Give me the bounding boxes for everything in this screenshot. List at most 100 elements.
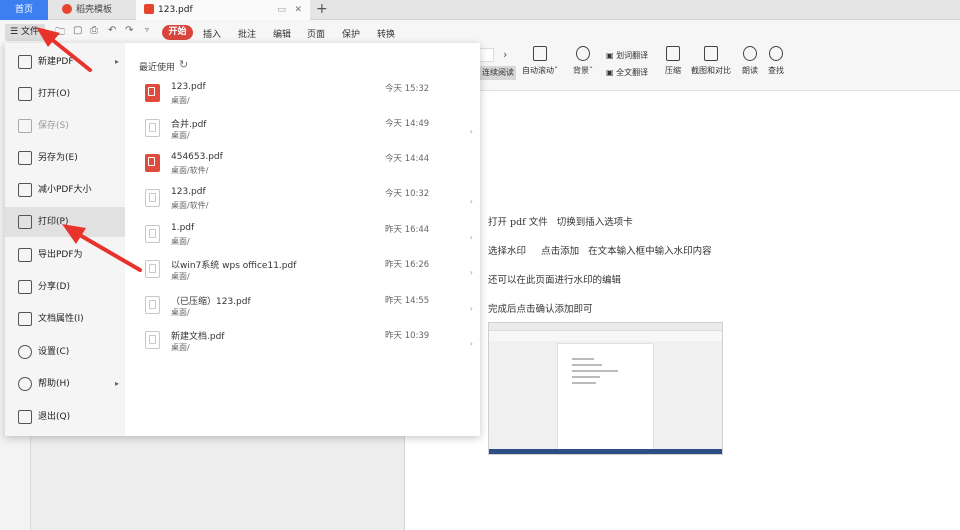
background-icon xyxy=(576,46,590,61)
print-icon[interactable]: ⎙ xyxy=(90,25,98,36)
recent-file-time: 昨天 10:39 xyxy=(385,331,430,341)
background-button[interactable]: 背景ˇ xyxy=(572,46,594,76)
recent-file-item[interactable]: （已压缩）123.pdf 桌面/ 昨天 14:55 › xyxy=(139,292,479,326)
chevron-right-icon[interactable]: › xyxy=(470,268,473,277)
pdf-file-icon xyxy=(145,84,160,102)
menu-new-pdf[interactable]: 新建PDF ▸ xyxy=(5,47,125,77)
find-button[interactable]: 查找 xyxy=(765,46,787,76)
menu-open[interactable]: 打开(O) xyxy=(5,79,125,109)
menu-reduce-size[interactable]: 减小PDF大小 xyxy=(5,175,125,205)
compress-label: 压缩 xyxy=(665,66,681,75)
file-menu-list: 新建PDF ▸ 打开(O) 保存(S) 另存为(E) 减小PDF大小 打印(P) … xyxy=(5,43,125,436)
close-tab-icon[interactable]: ✕ xyxy=(294,0,302,20)
recent-file-item[interactable]: 123.pdf 桌面/ 今天 15:32 xyxy=(139,80,479,114)
menu-export-pdf[interactable]: 导出PDF为 xyxy=(5,240,125,270)
tab-start[interactable]: 开始 xyxy=(162,25,193,40)
recent-file-time: 今天 10:32 xyxy=(385,189,430,199)
menu-exit-label: 退出(Q) xyxy=(38,412,71,422)
recent-file-path: 桌面/ xyxy=(171,343,190,352)
tab-home[interactable]: 首页 xyxy=(0,0,48,20)
search-icon xyxy=(769,46,783,61)
autoscroll-button[interactable]: 自动滚动ˇ xyxy=(522,46,558,76)
chevron-right-icon[interactable]: › xyxy=(470,127,473,136)
pdf-file-icon xyxy=(144,3,154,14)
menu-help-label: 帮助(H) xyxy=(38,379,70,389)
menu-settings[interactable]: 设置(C) xyxy=(5,337,125,367)
tab-page[interactable]: 页面 xyxy=(307,27,325,40)
tab-pdf-document[interactable]: 123.pdf ▭ ✕ xyxy=(136,0,310,20)
chevron-right-icon[interactable]: › xyxy=(470,304,473,313)
recent-file-item[interactable]: 新建文档.pdf 桌面/ 昨天 10:39 › xyxy=(139,327,479,361)
tab-protect[interactable]: 保护 xyxy=(342,27,360,40)
export-icon xyxy=(18,248,32,262)
word-translate-icon: ▣ xyxy=(606,51,614,60)
menu-print[interactable]: 打印(P) xyxy=(5,207,125,237)
tab-edit[interactable]: 编辑 xyxy=(273,27,291,40)
pdf-file-icon xyxy=(145,260,160,278)
tab-template[interactable]: 稻壳模板 xyxy=(54,0,134,20)
menu-save-as-label: 另存为(E) xyxy=(38,153,78,163)
menu-exit[interactable]: 退出(Q) xyxy=(5,402,125,432)
printer-icon xyxy=(18,215,32,229)
capture-compare-button[interactable]: 截图和对比 xyxy=(689,46,733,76)
recent-file-item[interactable]: 454653.pdf 桌面/软件/ 今天 14:44 xyxy=(139,150,479,184)
new-tab-icon[interactable]: + xyxy=(316,0,328,20)
customize-dropdown-icon[interactable]: ▿ xyxy=(145,25,149,34)
next-page-icon[interactable]: › xyxy=(503,48,507,61)
recent-file-path: 桌面/软件/ xyxy=(171,166,209,175)
compress-button[interactable]: 压缩 xyxy=(662,46,684,76)
recent-file-item[interactable]: 1.pdf 桌面/ 昨天 16:44 › xyxy=(139,221,479,255)
capture-compare-label: 截图和对比 xyxy=(691,66,731,75)
chevron-right-icon[interactable]: › xyxy=(470,233,473,242)
menu-export-pdf-label: 导出PDF为 xyxy=(38,250,83,260)
full-translate-icon: ▣ xyxy=(606,68,614,77)
hamburger-icon: ☰ xyxy=(10,27,19,37)
redo-icon[interactable]: ↷ xyxy=(125,25,133,36)
continuous-read-button[interactable]: 连续阅读 xyxy=(480,66,516,80)
reduce-size-icon xyxy=(18,183,32,197)
recent-file-name: 123.pdf xyxy=(171,82,206,92)
recent-file-item[interactable]: 合并.pdf 桌面/ 今天 14:49 › xyxy=(139,115,479,149)
undo-icon[interactable]: ↶ xyxy=(108,25,116,36)
tab-annotate[interactable]: 批注 xyxy=(238,27,256,40)
menu-save[interactable]: 保存(S) xyxy=(5,111,125,141)
recent-file-item[interactable]: 以win7系统 wps office11.pdf 桌面/ 昨天 16:26 › xyxy=(139,256,479,290)
menu-save-as[interactable]: 另存为(E) xyxy=(5,143,125,173)
open-folder-icon[interactable]: 🗀 xyxy=(55,25,65,42)
file-menu-panel: 新建PDF ▸ 打开(O) 保存(S) 另存为(E) 减小PDF大小 打印(P) … xyxy=(5,43,480,436)
recent-file-time: 昨天 16:26 xyxy=(385,260,430,270)
chevron-right-icon[interactable]: › xyxy=(470,339,473,348)
recent-file-item[interactable]: 123.pdf 桌面/软件/ 今天 10:32 › xyxy=(139,185,479,219)
read-aloud-button[interactable]: 朗读 xyxy=(739,46,761,76)
document-properties-icon xyxy=(18,312,32,326)
menu-help[interactable]: 帮助(H) ▸ xyxy=(5,369,125,399)
chevron-right-icon[interactable]: › xyxy=(470,197,473,206)
recent-file-time: 昨天 16:44 xyxy=(385,225,430,235)
pdf-file-icon xyxy=(145,296,160,314)
recent-file-name: （已压缩）123.pdf xyxy=(171,297,251,307)
tab-insert[interactable]: 插入 xyxy=(203,27,221,40)
menu-new-pdf-label: 新建PDF xyxy=(38,57,74,67)
pdf-file-icon xyxy=(145,154,160,172)
menu-reduce-size-label: 减小PDF大小 xyxy=(38,185,92,195)
word-translate-button[interactable]: ▣ 划词翻译 xyxy=(606,50,648,61)
recent-file-name: 454653.pdf xyxy=(171,152,223,162)
tab-template-label: 稻壳模板 xyxy=(76,5,113,15)
recent-file-path: 桌面/ xyxy=(171,308,190,317)
menu-properties[interactable]: 文档属性(I) xyxy=(5,304,125,334)
full-translate-button[interactable]: ▣ 全文翻译 xyxy=(606,67,648,78)
pin-icon[interactable]: ▭ xyxy=(277,0,286,20)
help-icon xyxy=(18,377,32,391)
recent-file-time: 昨天 14:55 xyxy=(385,296,430,306)
document-line-2: 选择水印 点击添加 在文本输入框中输入水印内容 xyxy=(488,246,712,257)
recent-file-time: 今天 14:49 xyxy=(385,119,430,129)
refresh-icon[interactable]: ↻ xyxy=(179,58,188,71)
recent-file-path: 桌面/ xyxy=(171,237,190,246)
page-number-input[interactable] xyxy=(480,48,494,62)
embedded-screenshot-image xyxy=(488,322,723,455)
tab-convert[interactable]: 转换 xyxy=(377,27,395,40)
file-menu-button[interactable]: ☰ 文件 xyxy=(5,24,45,41)
menu-share[interactable]: 分享(D) xyxy=(5,272,125,302)
recent-file-time: 今天 14:44 xyxy=(385,154,430,164)
save-icon[interactable]: ▢ xyxy=(73,25,82,36)
